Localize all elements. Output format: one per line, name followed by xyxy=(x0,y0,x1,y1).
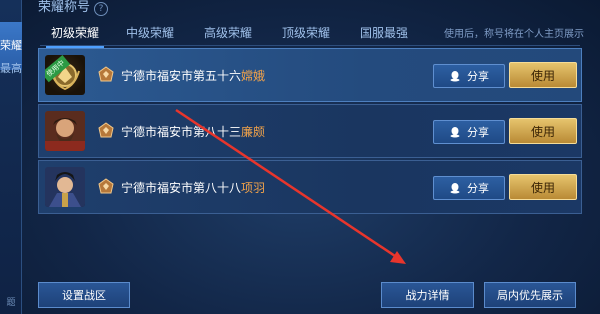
battle-detail-button[interactable]: 战力详情 xyxy=(381,282,474,308)
share-label: 分享 xyxy=(467,126,489,139)
use-button[interactable]: 使用 xyxy=(509,62,577,88)
title-row[interactable]: 使用中 宁德市福安市第五十六嫦娥 分享 使用 xyxy=(38,48,582,102)
hero-portrait-icon xyxy=(45,111,85,151)
hero-name: 嫦娥 xyxy=(241,69,266,83)
tab-divider xyxy=(40,45,580,46)
share-label: 分享 xyxy=(467,182,489,195)
use-label: 使用 xyxy=(530,180,555,195)
tab-top[interactable]: 顶级荣耀 xyxy=(276,22,336,46)
title-row[interactable]: 宁德市福安市第八十三廉颇 分享 使用 xyxy=(38,104,582,158)
title-prefix: 宁德市福安市第八十八 xyxy=(121,181,242,195)
title-row[interactable]: 宁德市福安市第八十八项羽 分享 使用 xyxy=(38,160,582,214)
set-region-label: 设置战区 xyxy=(62,289,106,302)
left-sidebar: 荣耀 最高 题 xyxy=(0,0,22,314)
use-button[interactable]: 使用 xyxy=(509,118,577,144)
page-title: 荣耀称号? xyxy=(38,0,109,16)
page-title-text: 荣耀称号 xyxy=(38,0,91,15)
use-label: 使用 xyxy=(530,68,555,83)
tab-advanced[interactable]: 高级荣耀 xyxy=(198,22,258,46)
sidebar-tab-highest[interactable]: 最高 xyxy=(0,62,22,84)
medal-icon xyxy=(98,66,114,82)
qq-icon xyxy=(450,183,460,194)
priority-show-label: 局内优先展示 xyxy=(497,289,563,302)
sidebar-tab-glory-label: 荣耀 xyxy=(0,39,22,52)
sidebar-footer-text: 题 xyxy=(6,298,16,308)
medal-icon xyxy=(98,122,114,138)
usage-hint: 使用后，称号将在个人主页展示 xyxy=(444,29,584,40)
qq-icon xyxy=(450,71,460,82)
tab-national-best[interactable]: 国服最强 xyxy=(354,22,414,46)
hero-name: 廉颇 xyxy=(241,125,266,139)
hero-avatar xyxy=(45,111,85,151)
hero-name: 项羽 xyxy=(241,181,266,195)
title-text: 宁德市福安市第八十三廉颇 xyxy=(121,123,265,140)
hero-portrait-icon xyxy=(45,167,85,207)
title-prefix: 宁德市福安市第五十六 xyxy=(121,69,242,83)
tab-beginner[interactable]: 初级荣耀 xyxy=(40,22,110,48)
title-prefix: 宁德市福安市第八十三 xyxy=(121,125,242,139)
use-button[interactable]: 使用 xyxy=(509,174,577,200)
share-label: 分享 xyxy=(467,70,489,83)
priority-show-button[interactable]: 局内优先展示 xyxy=(484,282,576,308)
tab-intermediate[interactable]: 中级荣耀 xyxy=(120,22,180,46)
medal-icon xyxy=(98,178,114,194)
share-button[interactable]: 分享 xyxy=(433,64,505,88)
title-text: 宁德市福安市第五十六嫦娥 xyxy=(121,67,265,84)
battle-detail-label: 战力详情 xyxy=(405,289,450,302)
title-text: 宁德市福安市第八十八项羽 xyxy=(121,179,265,196)
hero-avatar: 使用中 xyxy=(45,55,85,95)
share-button[interactable]: 分享 xyxy=(433,176,505,200)
qq-icon xyxy=(450,127,460,138)
share-button[interactable]: 分享 xyxy=(433,120,505,144)
use-label: 使用 xyxy=(530,124,555,139)
hero-avatar xyxy=(45,167,85,207)
sidebar-tab-highest-label: 最高 xyxy=(0,62,22,75)
set-region-button[interactable]: 设置战区 xyxy=(38,282,130,308)
info-icon[interactable]: ? xyxy=(94,2,109,16)
